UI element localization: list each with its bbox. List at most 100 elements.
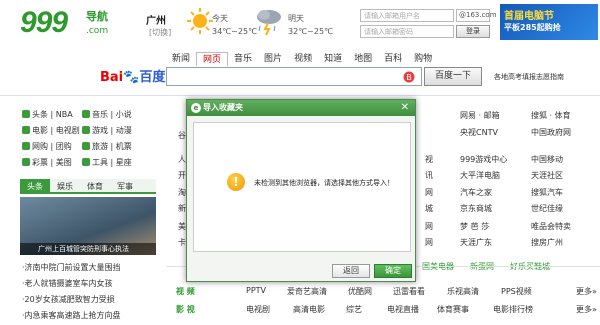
video-site-letv[interactable]: 乐视高清 xyxy=(447,286,479,297)
music-icon xyxy=(82,110,90,118)
site-tianya[interactable]: 天涯社区 xyxy=(531,170,563,181)
film-more-link[interactable]: 更多» xyxy=(576,304,597,315)
site-autohome[interactable]: 汽车之家 xyxy=(460,187,492,198)
close-icon[interactable]: ✕ xyxy=(401,101,409,115)
sunny-icon xyxy=(187,8,213,34)
search-input[interactable]: B xyxy=(166,67,422,86)
back-button[interactable]: 返回 xyxy=(332,264,370,278)
news-tab-military[interactable]: 军事 xyxy=(110,179,140,192)
site-left-edge-3: 淘 xyxy=(178,188,186,197)
thunderstorm-icon xyxy=(257,10,281,36)
film-sports[interactable]: 体育赛事 xyxy=(437,304,469,315)
news-tab-headline[interactable]: 头条 xyxy=(20,179,50,192)
site-sohu-auto[interactable]: 搜狐汽车 xyxy=(531,187,563,198)
video-site-youku[interactable]: 优酷网 xyxy=(348,286,372,297)
tools-icon xyxy=(82,158,90,166)
site-cntv[interactable]: 央视CNTV xyxy=(460,127,498,138)
site-left-edge-6: 卡 xyxy=(178,238,186,247)
ad-line1: 首届电脑节 xyxy=(504,11,554,22)
ad-line2: 平板285起购抢 xyxy=(504,23,561,32)
news-item[interactable]: ·老人就错摄婆室车内女孩 xyxy=(22,276,158,292)
site-soufun-gz[interactable]: 搜房广州 xyxy=(531,237,563,248)
search-tab-map[interactable]: 地图 xyxy=(348,52,378,66)
site-moonbasa[interactable]: 梦 芭 莎 xyxy=(460,221,489,232)
film-live-tv[interactable]: 电视直播 xyxy=(387,304,419,315)
site-sohu-sports[interactable]: 搜狐 · 体育 xyxy=(531,110,571,121)
site-tianya-gd[interactable]: 天涯广东 xyxy=(460,237,492,248)
game-icon xyxy=(82,126,90,134)
news-photo[interactable]: 广州上百城管突防刑事心执法 xyxy=(20,197,156,255)
weather-tomorrow-label: 明天 xyxy=(288,14,304,23)
paw-icon: 🐾 xyxy=(123,70,140,85)
site-999game[interactable]: 999游戏中心 xyxy=(460,154,507,165)
baidu-logo-bai: Bai xyxy=(100,70,124,85)
site-edge-gu: 谷 xyxy=(178,131,186,140)
mail-password-input[interactable]: 请输入邮箱密码 xyxy=(360,25,454,38)
lottery-icon xyxy=(22,158,30,166)
site-mid-edge-3: 网 xyxy=(425,188,433,197)
category-shopping-group[interactable]: 网购 | 团购 xyxy=(22,141,82,152)
news-tab-sports[interactable]: 体育 xyxy=(80,179,110,192)
video-more-link[interactable]: 更多» xyxy=(576,286,597,297)
category-game-anime[interactable]: 游戏 | 动漫 xyxy=(82,125,142,136)
search-tab-image[interactable]: 图片 xyxy=(258,52,288,66)
movie-icon xyxy=(22,126,30,134)
category-tools-astro[interactable]: 工具 | 星座 xyxy=(82,157,142,168)
category-headline-nba[interactable]: 头条 | NBA xyxy=(22,109,82,120)
site-jd[interactable]: 京东商城 xyxy=(460,203,492,214)
dialog-title: 导入收藏夹 xyxy=(203,103,243,112)
site-vip[interactable]: 唯品会特卖 xyxy=(531,221,571,232)
dialog-message: 未检测到其他浏览器，请选择其他方式导入！ xyxy=(254,179,394,187)
logo-999[interactable]: 999 xyxy=(20,6,68,40)
film-ranking[interactable]: 电影排行榜 xyxy=(493,304,533,315)
search-tab-news[interactable]: 新闻 xyxy=(166,52,196,66)
news-item[interactable]: ·20岁女孩减肥致智力受损 xyxy=(22,292,158,308)
film-hd-movie[interactable]: 高清电影 xyxy=(293,304,325,315)
search-tab-video[interactable]: 视频 xyxy=(288,52,318,66)
news-item[interactable]: ·内急乘客高速路上抢方向盘 xyxy=(22,308,158,324)
weather-today-temp: 34℃~25℃ xyxy=(212,27,258,36)
site-mid-edge-4: 城 xyxy=(425,204,433,213)
city-switch-link[interactable]: [切换] xyxy=(149,27,171,38)
category-travel-ticket[interactable]: 旅游 | 机票 xyxy=(82,141,142,152)
site-netease-mail[interactable]: 网易 · 邮箱 xyxy=(460,110,500,121)
search-tabs: 新闻 网页 音乐 图片 视频 知道 地图 百科 购物 xyxy=(166,52,438,66)
video-site-pps[interactable]: PPS视频 xyxy=(501,286,532,297)
news-photo-caption: 广州上百城管突防刑事心执法 xyxy=(20,243,156,255)
search-tab-shopping[interactable]: 购物 xyxy=(408,52,438,66)
search-tab-zhidao[interactable]: 知道 xyxy=(318,52,348,66)
dialog-titlebar[interactable]: e 导入收藏夹 ✕ xyxy=(187,100,415,116)
category-movie-tv[interactable]: 电影 | 电视剧 xyxy=(22,125,82,136)
site-left-edge-4: 新 xyxy=(178,204,186,213)
ad-banner[interactable]: 首届电脑节 平板285起购抢 xyxy=(500,4,598,40)
site-mid-edge-6: 网 xyxy=(425,238,433,247)
mail-username-input[interactable]: 请输入邮箱用户名 xyxy=(360,9,454,22)
search-tab-web[interactable]: 网页 xyxy=(196,52,229,66)
video-site-xunlei[interactable]: 迅雷看看 xyxy=(393,286,425,297)
news-item[interactable]: ·济南中院门前设置大量围挡 xyxy=(22,260,158,276)
baidu-logo[interactable]: Bai🐾百度 xyxy=(100,66,165,85)
video-site-iqiyi[interactable]: 爱奇艺高清 xyxy=(287,286,327,297)
film-tv-series[interactable]: 电视剧 xyxy=(246,304,270,315)
import-favorites-dialog: e 导入收藏夹 ✕ ! 未检测到其他浏览器，请选择其他方式导入！ 返回 确定 xyxy=(186,99,416,282)
search-side-link[interactable]: 各地高考填报志愿指南 xyxy=(494,72,564,82)
news-tab-entertainment[interactable]: 娱乐 xyxy=(50,179,80,192)
mail-domain-select[interactable]: @163.com xyxy=(456,9,497,22)
site-chinamobile[interactable]: 中国移动 xyxy=(531,154,563,165)
category-lottery-photo[interactable]: 彩票 | 美图 xyxy=(22,157,82,168)
site-jiayuan[interactable]: 世纪佳缘 xyxy=(531,203,563,214)
header-divider xyxy=(0,95,600,96)
video-site-pptv[interactable]: PPTV xyxy=(246,286,266,295)
site-gov[interactable]: 中国政府网 xyxy=(531,127,571,138)
category-music-novel[interactable]: 音乐 | 小说 xyxy=(82,109,142,120)
film-variety[interactable]: 综艺 xyxy=(346,304,362,315)
ok-button[interactable]: 确定 xyxy=(374,264,412,278)
search-tab-baike[interactable]: 百科 xyxy=(378,52,408,66)
search-tab-music[interactable]: 音乐 xyxy=(228,52,258,66)
login-button[interactable]: 登录 xyxy=(456,25,490,38)
search-button[interactable]: 百度一下 xyxy=(424,67,482,86)
site-pconline[interactable]: 大平洋电脑 xyxy=(460,170,500,181)
travel-icon xyxy=(82,142,90,150)
weather-today-label: 今天 xyxy=(212,14,228,23)
browser-logo-icon: e xyxy=(191,103,201,113)
